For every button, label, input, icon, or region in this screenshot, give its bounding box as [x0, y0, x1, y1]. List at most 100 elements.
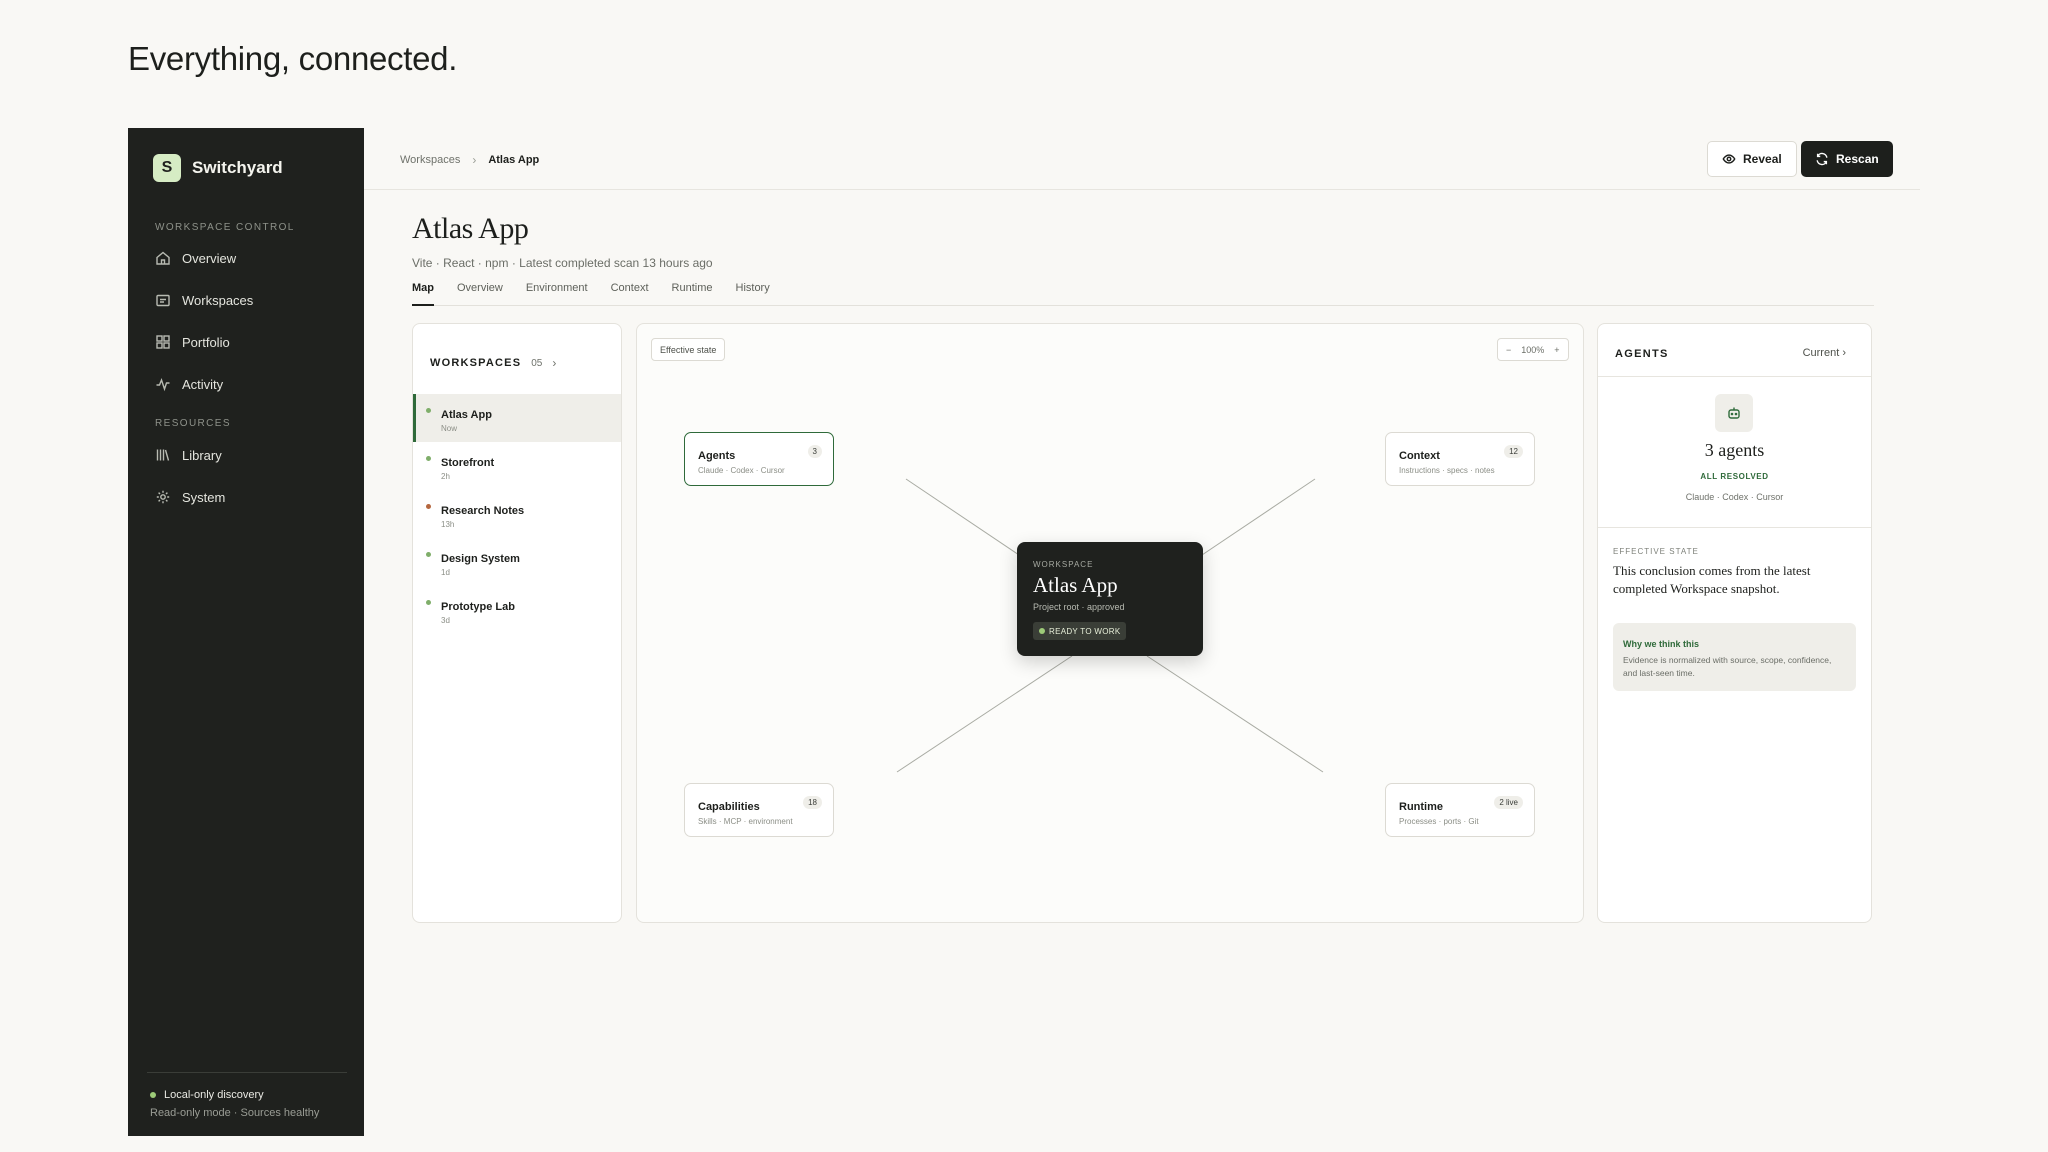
refresh-icon: [1816, 152, 1828, 166]
node-title: Context: [1399, 450, 1440, 462]
workspace-item-prototype-lab[interactable]: Prototype Lab 3d: [413, 586, 621, 634]
eye-icon: [1722, 154, 1736, 164]
agents-panel: AGENTS Current › 3 agents ALL RESOLVED C…: [1597, 323, 1872, 923]
breadcrumb-workspaces[interactable]: Workspaces: [400, 154, 460, 166]
chevron-right-icon: ›: [472, 153, 477, 167]
node-context[interactable]: Context Instructions · specs · notes 12: [1385, 432, 1535, 486]
sidebar-item-portfolio[interactable]: Portfolio: [155, 334, 230, 350]
brand[interactable]: S Switchyard: [153, 154, 283, 182]
tab-overview[interactable]: Overview: [457, 280, 503, 306]
node-badge: 18: [803, 796, 822, 809]
node-runtime[interactable]: Runtime Processes · ports · Git 2 live: [1385, 783, 1535, 837]
workspaces-header[interactable]: WORKSPACES 05 ›: [430, 356, 556, 370]
effective-state-label: EFFECTIVE STATE: [1613, 547, 1699, 556]
center-subtitle: Project root · approved: [1033, 602, 1125, 612]
gear-icon: [156, 490, 170, 504]
status-dot: [426, 456, 431, 461]
node-badge: 2 live: [1494, 796, 1523, 809]
breadcrumb-current: Atlas App: [488, 154, 540, 166]
sidebar: S Switchyard WORKSPACE CONTROL Overview …: [128, 128, 364, 1136]
robot-icon: [1715, 394, 1753, 432]
workspace-item-design-system[interactable]: Design System 1d: [413, 538, 621, 586]
status-dot: [426, 600, 431, 605]
discovery-subtitle: Read-only mode · Sources healthy: [150, 1107, 320, 1119]
effective-state-chip[interactable]: Effective state: [651, 338, 726, 361]
workspace-name: Prototype Lab: [441, 601, 515, 613]
agents-count: 3 agents: [1704, 440, 1765, 460]
workspace-name: Atlas App: [441, 409, 492, 421]
tab-context[interactable]: Context: [611, 280, 649, 306]
tab-runtime[interactable]: Runtime: [672, 280, 713, 306]
why-title: Why we think this: [1623, 639, 1700, 649]
chevron-right-icon: ›: [552, 356, 557, 370]
ready-badge: READY TO WORK: [1033, 622, 1127, 640]
why-body: Evidence is normalized with source, scop…: [1623, 655, 1832, 678]
workspace-time: 1d: [441, 568, 450, 577]
brand-name: Switchyard: [192, 158, 283, 177]
tab-map[interactable]: Map: [412, 280, 434, 306]
home-icon: [156, 251, 170, 265]
workspace-item-atlas-app[interactable]: Atlas App Now: [413, 394, 621, 442]
sidebar-item-activity[interactable]: Activity: [155, 376, 223, 392]
breadcrumb: Workspaces › Atlas App: [400, 153, 539, 167]
node-title: Runtime: [1399, 801, 1443, 813]
current-label: Current: [1802, 347, 1840, 359]
sidebar-item-system[interactable]: System: [155, 489, 225, 505]
sidebar-item-label: Overview: [182, 250, 237, 266]
zoom-in-button[interactable]: +: [1554, 345, 1559, 355]
node-badge: 3: [807, 445, 822, 458]
hero-title: Everything, connected.: [128, 40, 458, 77]
node-subtitle: Claude · Codex · Cursor: [698, 466, 785, 475]
topbar: Workspaces › Atlas App Reveal Rescan: [364, 128, 1920, 190]
workspaces-panel: WORKSPACES 05 › Atlas App Now Storefront…: [412, 323, 622, 923]
workspace-time: 2h: [441, 472, 450, 481]
node-title: Capabilities: [698, 801, 760, 813]
node-subtitle: Skills · MCP · environment: [698, 817, 793, 826]
node-badge: 12: [1504, 445, 1523, 458]
sidebar-item-overview[interactable]: Overview: [155, 250, 236, 266]
agents-status: ALL RESOLVED: [1700, 472, 1769, 481]
status-dot: [426, 408, 431, 413]
reveal-label: Reveal: [1743, 152, 1782, 166]
workspace-name: Research Notes: [441, 505, 525, 517]
tab-history[interactable]: History: [736, 280, 770, 306]
status-dot: [426, 552, 431, 557]
section-label-resources: RESOURCES: [155, 418, 231, 429]
workspaces-title: WORKSPACES: [430, 357, 522, 369]
center-label: WORKSPACE: [1033, 560, 1094, 569]
reveal-button[interactable]: Reveal: [1707, 141, 1797, 177]
discovery-status: Local-only discovery: [150, 1089, 347, 1101]
workspace-item-storefront[interactable]: Storefront 2h: [413, 442, 621, 490]
node-subtitle: Processes · ports · Git: [1399, 817, 1479, 826]
sidebar-footer: Local-only discovery Read-only mode · So…: [147, 1072, 347, 1119]
rescan-button[interactable]: Rescan: [1801, 141, 1893, 177]
divider: [1598, 527, 1871, 528]
zoom-out-button[interactable]: −: [1506, 345, 1511, 355]
library-icon: [156, 449, 170, 461]
status-dot: [1039, 628, 1045, 634]
current-link[interactable]: Current ›: [1803, 347, 1846, 359]
workspace-center-card[interactable]: WORKSPACE Atlas App Project root · appro…: [1017, 542, 1203, 656]
brand-logo: S: [153, 154, 181, 182]
sidebar-item-label: Portfolio: [182, 334, 230, 350]
node-agents[interactable]: Agents Claude · Codex · Cursor 3: [684, 432, 834, 486]
zoom-level: 100%: [1521, 344, 1545, 355]
tab-environment[interactable]: Environment: [526, 280, 588, 306]
agents-header: AGENTS Current ›: [1598, 324, 1871, 377]
workspace-time: 13h: [441, 520, 455, 529]
sidebar-item-library[interactable]: Library: [155, 447, 222, 463]
sidebar-item-label: System: [182, 489, 226, 505]
node-title: Agents: [698, 450, 736, 462]
center-title: Atlas App: [1033, 573, 1118, 597]
page-subtitle: Vite · React · npm · Latest completed sc…: [412, 256, 713, 270]
agents-title: AGENTS: [1615, 348, 1669, 360]
grid-icon: [156, 335, 170, 349]
node-capabilities[interactable]: Capabilities Skills · MCP · environment …: [684, 783, 834, 837]
workspace-item-research-notes[interactable]: Research Notes 13h: [413, 490, 621, 538]
workspace-name: Design System: [441, 553, 520, 565]
sidebar-item-workspaces[interactable]: Workspaces: [155, 292, 253, 308]
workspaces-count: 05: [531, 357, 543, 369]
workspace-time: 3d: [441, 616, 450, 625]
map-panel: Effective state − 100% + Agents Claude ·…: [636, 323, 1584, 923]
workspace-name: Storefront: [441, 457, 495, 469]
